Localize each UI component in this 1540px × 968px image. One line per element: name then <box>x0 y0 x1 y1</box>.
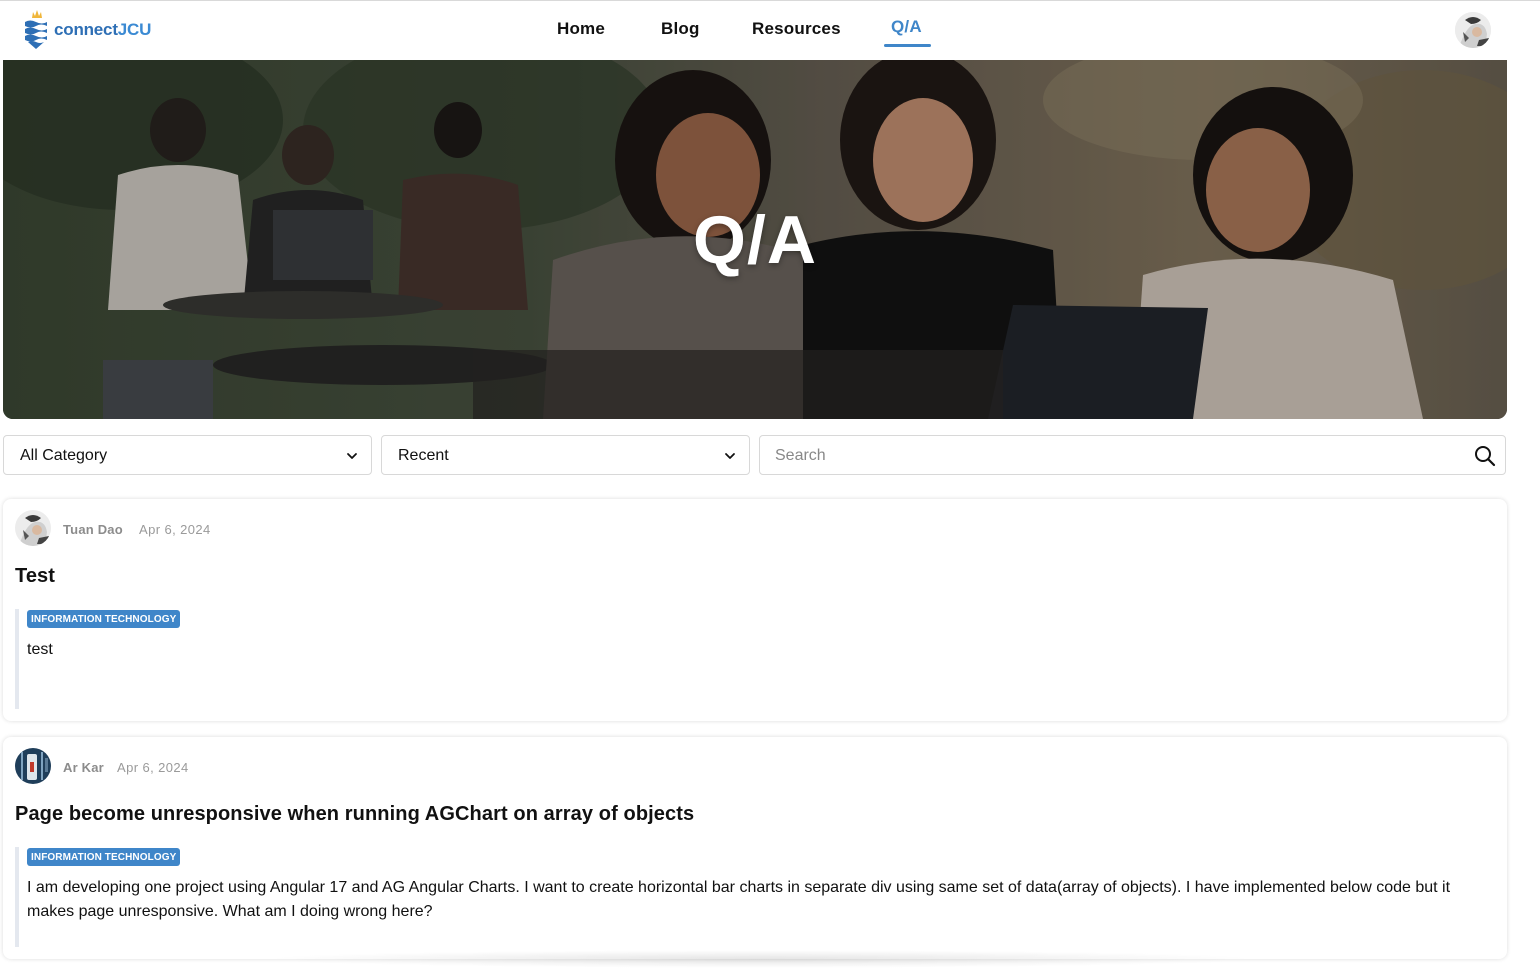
avatar-image <box>15 748 51 784</box>
post-date: Apr 6, 2024 <box>117 760 189 775</box>
category-badge: INFORMATION TECHNOLOGY <box>27 848 181 866</box>
search-icon[interactable] <box>1473 444 1497 468</box>
nav-resources[interactable]: Resources <box>752 19 841 39</box>
post-body: INFORMATION TECHNOLOGY test <box>15 609 1485 709</box>
avatar-image <box>1455 12 1491 48</box>
author-name[interactable]: Tuan Dao <box>63 522 123 537</box>
sort-select-value: Recent <box>398 447 449 464</box>
hero-title: Q/A <box>693 202 817 278</box>
category-badge: INFORMATION TECHNOLOGY <box>27 610 181 628</box>
search-input[interactable] <box>775 444 1465 468</box>
question-card[interactable]: Ar Kar Apr 6, 2024 Page become unrespons… <box>3 737 1507 959</box>
search-box <box>759 435 1506 475</box>
avatar-image <box>15 510 51 546</box>
post-title[interactable]: Page become unresponsive when running AG… <box>15 803 694 826</box>
author-avatar[interactable] <box>15 748 51 784</box>
post-title[interactable]: Test <box>15 565 55 588</box>
nav-blog[interactable]: Blog <box>661 19 700 39</box>
nav-active-indicator <box>884 44 931 47</box>
post-text: I am developing one project using Angula… <box>27 879 1451 920</box>
site-header: connectJCU Home Blog Resources Q/A <box>0 1 1540 60</box>
post-body: INFORMATION TECHNOLOGY I am developing o… <box>15 847 1485 947</box>
main-nav: Home Blog Resources Q/A <box>0 1 1540 60</box>
post-date: Apr 6, 2024 <box>139 522 211 537</box>
nav-home[interactable]: Home <box>557 19 605 39</box>
post-text: test <box>27 641 53 658</box>
hero-banner: Q/A <box>3 60 1507 419</box>
question-card[interactable]: Tuan Dao Apr 6, 2024 Test INFORMATION TE… <box>3 499 1507 721</box>
category-select[interactable]: All Category <box>3 435 372 475</box>
scroll-shadow <box>260 950 1260 968</box>
sort-select[interactable]: Recent <box>381 435 750 475</box>
nav-qa[interactable]: Q/A <box>891 17 922 37</box>
chevron-down-icon <box>725 453 735 459</box>
author-name[interactable]: Ar Kar <box>63 760 104 775</box>
user-avatar[interactable] <box>1455 12 1491 48</box>
author-avatar[interactable] <box>15 510 51 546</box>
chevron-down-icon <box>347 453 357 459</box>
category-select-value: All Category <box>20 447 108 464</box>
